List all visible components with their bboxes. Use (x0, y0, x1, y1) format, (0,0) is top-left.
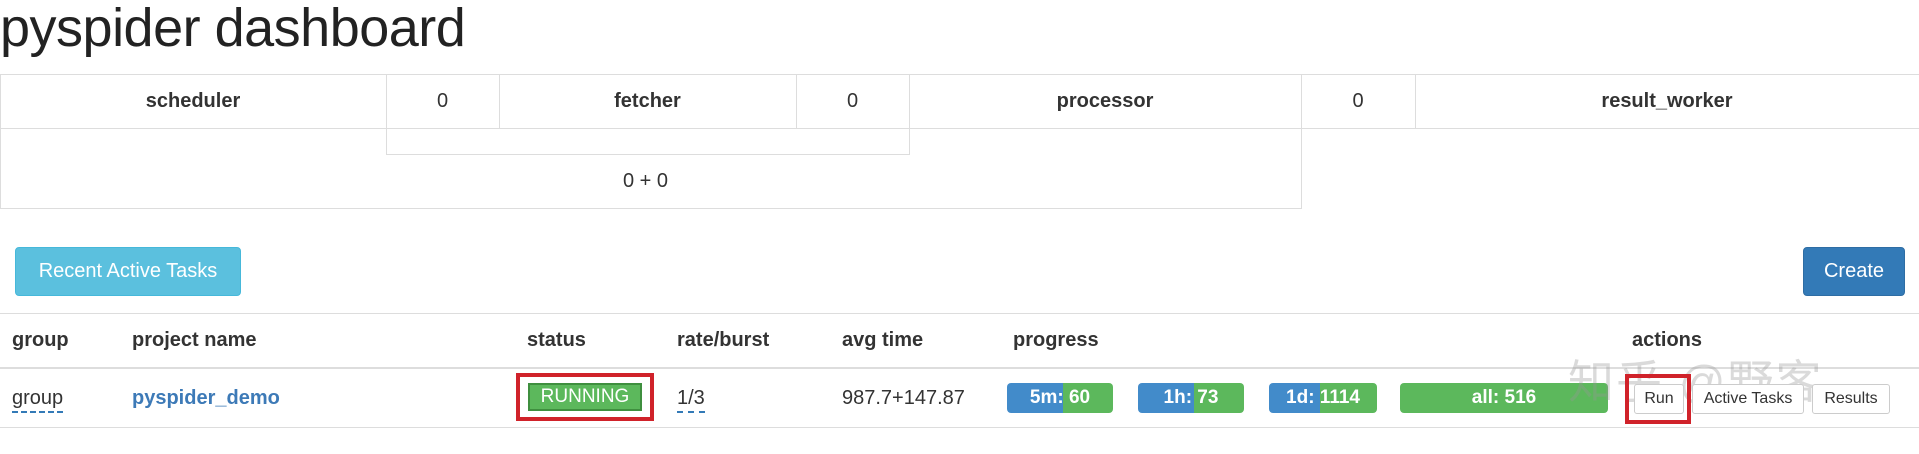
column-header-group: group (12, 329, 69, 351)
progress-bar-1h: 1h: 73 (1138, 383, 1244, 413)
queue-total-value: 0 + 0 (623, 170, 669, 192)
column-header-project-name: project name (132, 329, 257, 351)
project-group[interactable]: group (12, 385, 64, 413)
column-header-avg-time: avg time (842, 329, 924, 351)
scheduler-label: scheduler (145, 89, 241, 112)
avg-time-value: 987.7+147.87 (842, 387, 965, 409)
table-top-border (0, 313, 1919, 314)
rate-burst-value[interactable]: 1/3 (677, 385, 705, 413)
queue-status-table: scheduler 0 fetcher 0 processor 0 result… (0, 74, 1919, 209)
create-project-button[interactable]: Create (1803, 247, 1905, 296)
active-tasks-button[interactable]: Active Tasks (1692, 384, 1804, 414)
run-button[interactable]: Run (1634, 384, 1684, 414)
column-header-rate-burst: rate/burst (677, 329, 770, 351)
queue-total: 0 + 0 (0, 154, 1301, 208)
table-row-border (0, 427, 1919, 428)
progress-label-5m: 5m: 60 (1029, 387, 1091, 408)
fetcher-label: fetcher (614, 89, 681, 112)
processor-label: processor (1056, 89, 1154, 112)
column-header-progress: progress (1013, 329, 1099, 351)
page-title: pyspider dashboard (0, 0, 466, 58)
progress-label-1h: 1h: 73 (1163, 387, 1219, 408)
processor-result-count: 0 (1352, 89, 1364, 112)
progress-label-1d: 1d: 1114 (1286, 387, 1360, 408)
recent-active-tasks-button[interactable]: Recent Active Tasks (15, 247, 241, 296)
scheduler-fetcher-count: 0 (436, 89, 449, 112)
progress-bar-5m: 5m: 60 (1007, 383, 1113, 413)
results-button[interactable]: Results (1812, 384, 1890, 414)
column-header-status: status (527, 329, 586, 351)
progress-bar-1d: 1d: 1114 (1269, 383, 1377, 413)
fetcher-processor-count: 0 (846, 89, 859, 112)
project-name-link[interactable]: pyspider_demo (132, 385, 280, 411)
result-worker-label: result_worker (1601, 89, 1733, 112)
status-badge[interactable]: RUNNING (528, 383, 642, 411)
